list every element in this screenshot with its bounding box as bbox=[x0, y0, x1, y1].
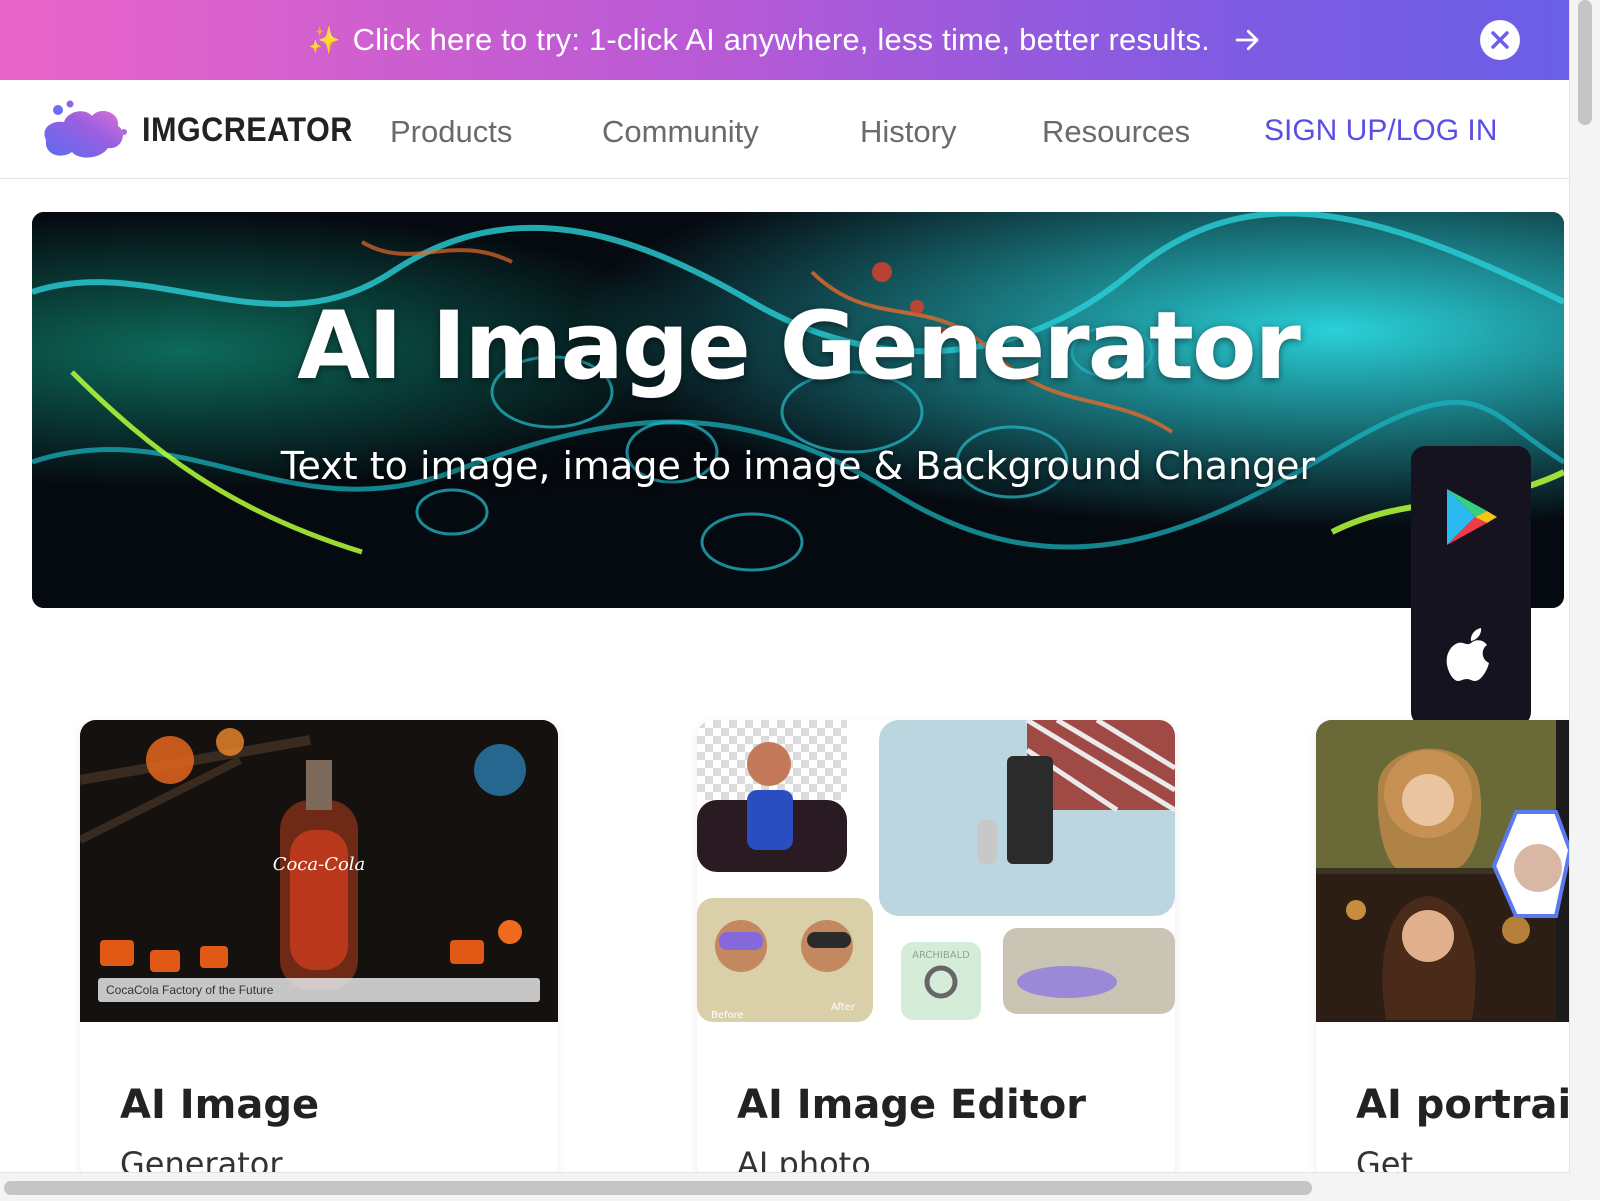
svg-text:Before: Before bbox=[711, 1010, 744, 1021]
promo-text: Click here to try: 1-click AI anywhere, … bbox=[352, 22, 1210, 57]
logo-blob-icon bbox=[44, 100, 127, 158]
hero-title: AI Image Generator bbox=[297, 292, 1301, 401]
vertical-scrollbar[interactable] bbox=[1569, 0, 1600, 1200]
sparkles-icon: ✨ bbox=[308, 24, 341, 55]
promo-banner[interactable]: ✨ Click here to try: 1-click AI anywhere… bbox=[0, 0, 1570, 80]
card-image bbox=[1316, 720, 1570, 1022]
nav-products[interactable]: Products bbox=[390, 114, 512, 150]
card-ai-image-generator[interactable]: Coca-Cola CocaCola Factory of the Future… bbox=[80, 720, 558, 1180]
nav-community[interactable]: Community bbox=[602, 114, 759, 150]
promo-link[interactable]: ✨ Click here to try: 1-click AI anywhere… bbox=[308, 22, 1262, 58]
top-nav: IMGCREATOR Products Community History Re… bbox=[0, 80, 1570, 179]
hero-banner: AI Image Generator Text to image, image … bbox=[32, 212, 1564, 608]
card-image: Coca-Cola bbox=[80, 720, 558, 1022]
svg-text:Coca-Cola: Coca-Cola bbox=[273, 854, 366, 875]
vertical-scrollbar-thumb[interactable] bbox=[1578, 0, 1592, 125]
card-ai-image-editor[interactable]: ARCHIBALD Before After AI Image Editor A… bbox=[697, 720, 1175, 1180]
card-title: AI Image Editor bbox=[737, 1082, 1087, 1128]
nav-resources[interactable]: Resources bbox=[1042, 114, 1190, 150]
signup-login-link[interactable]: SIGN UP/LOG IN bbox=[1264, 114, 1497, 148]
apple-icon[interactable] bbox=[1445, 627, 1497, 687]
card-title: AI Image bbox=[120, 1082, 320, 1128]
svg-text:After: After bbox=[831, 1002, 856, 1013]
arrow-right-icon bbox=[1235, 29, 1259, 51]
horizontal-scrollbar-thumb[interactable] bbox=[4, 1181, 1312, 1195]
archibald-label: ARCHIBALD bbox=[912, 950, 970, 961]
close-button[interactable] bbox=[1480, 20, 1520, 60]
close-icon bbox=[1491, 31, 1509, 49]
google-play-icon[interactable] bbox=[1443, 486, 1499, 548]
logo-text: IMGCREATOR bbox=[142, 110, 353, 149]
hero-background-image bbox=[32, 212, 1564, 608]
logo[interactable]: IMGCREATOR bbox=[38, 98, 376, 162]
app-download-bar bbox=[1411, 446, 1531, 726]
card-title: AI portrait bbox=[1356, 1082, 1570, 1128]
image-caption: CocaCola Factory of the Future bbox=[98, 978, 540, 1002]
card-ai-portrait[interactable]: AI portrait Get bbox=[1316, 720, 1570, 1180]
nav-history[interactable]: History bbox=[860, 114, 956, 150]
hero-subtitle: Text to image, image to image & Backgrou… bbox=[280, 444, 1316, 488]
horizontal-scrollbar[interactable] bbox=[0, 1172, 1570, 1201]
card-image: ARCHIBALD Before After bbox=[697, 720, 1175, 1022]
